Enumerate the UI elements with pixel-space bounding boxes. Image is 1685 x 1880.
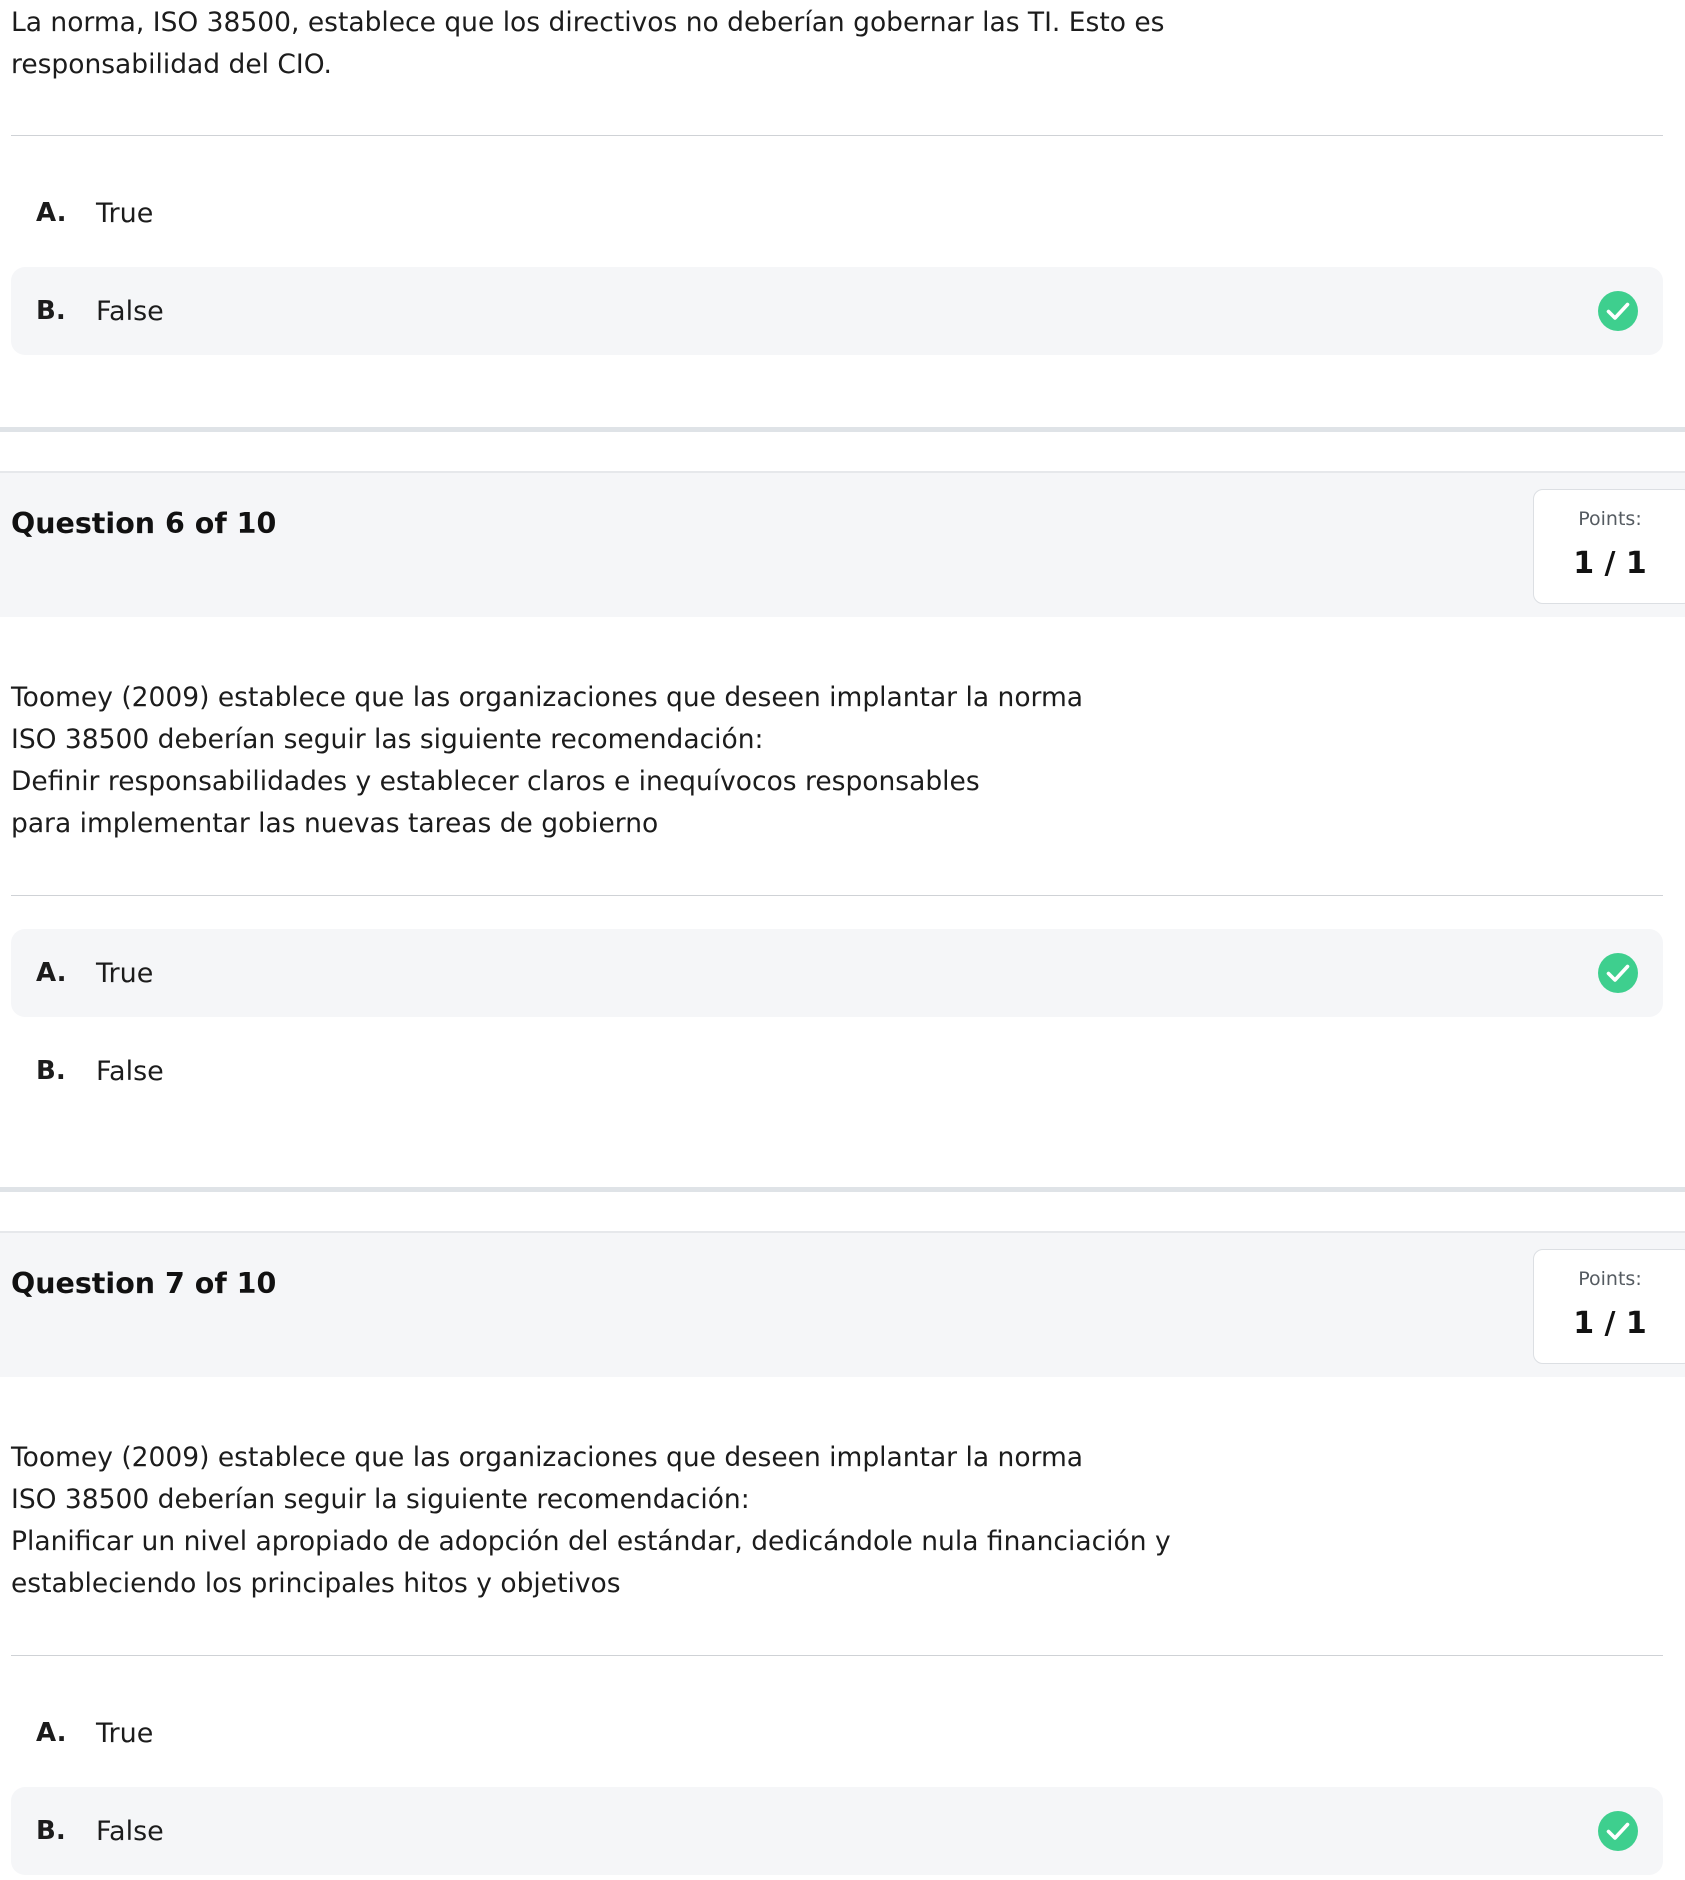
- option-b: B. False: [11, 1027, 1663, 1115]
- points-box: Points: 1 / 1: [1533, 489, 1685, 604]
- option-letter: B.: [36, 1816, 66, 1846]
- points-label: Points:: [1578, 1268, 1642, 1290]
- section-separator: [0, 427, 1685, 432]
- option-label: True: [96, 1717, 154, 1749]
- option-a: A. True: [11, 1689, 1663, 1777]
- option-letter: A.: [36, 958, 67, 988]
- divider: [11, 1655, 1663, 1656]
- points-box: Points: 1 / 1: [1533, 1249, 1685, 1364]
- option-a: A. True: [11, 929, 1663, 1017]
- section-separator: [0, 1187, 1685, 1192]
- question-7-header: Question 7 of 10 Points: 1 / 1: [0, 1231, 1685, 1377]
- option-letter: B.: [36, 296, 66, 326]
- option-label: False: [96, 295, 164, 327]
- points-label: Points:: [1578, 508, 1642, 530]
- option-b: B. False: [11, 267, 1663, 355]
- option-label: True: [96, 197, 154, 229]
- points-value: 1 / 1: [1573, 1306, 1647, 1341]
- question-6-header: Question 6 of 10 Points: 1 / 1: [0, 471, 1685, 617]
- option-label: True: [96, 957, 154, 989]
- question-text: La norma, ISO 38500, establece que los d…: [11, 7, 1165, 80]
- option-label: False: [96, 1055, 164, 1087]
- option-letter: B.: [36, 1056, 66, 1086]
- divider: [11, 895, 1663, 896]
- option-b: B. False: [11, 1787, 1663, 1875]
- check-circle-icon: [1598, 1811, 1638, 1851]
- check-circle-icon: [1598, 953, 1638, 993]
- divider: [11, 135, 1663, 136]
- option-label: False: [96, 1815, 164, 1847]
- question-title: Question 7 of 10: [11, 1267, 277, 1300]
- quiz-results-page: La norma, ISO 38500, establece que los d…: [0, 0, 1685, 1880]
- check-circle-icon: [1598, 291, 1638, 331]
- question-title: Question 6 of 10: [11, 507, 277, 540]
- option-letter: A.: [36, 198, 67, 228]
- question-text: Toomey (2009) establece que las organiza…: [11, 682, 1084, 839]
- option-letter: A.: [36, 1718, 67, 1748]
- points-value: 1 / 1: [1573, 546, 1647, 581]
- option-a: A. True: [11, 169, 1663, 257]
- question-text: Toomey (2009) establece que las organiza…: [11, 1442, 1171, 1599]
